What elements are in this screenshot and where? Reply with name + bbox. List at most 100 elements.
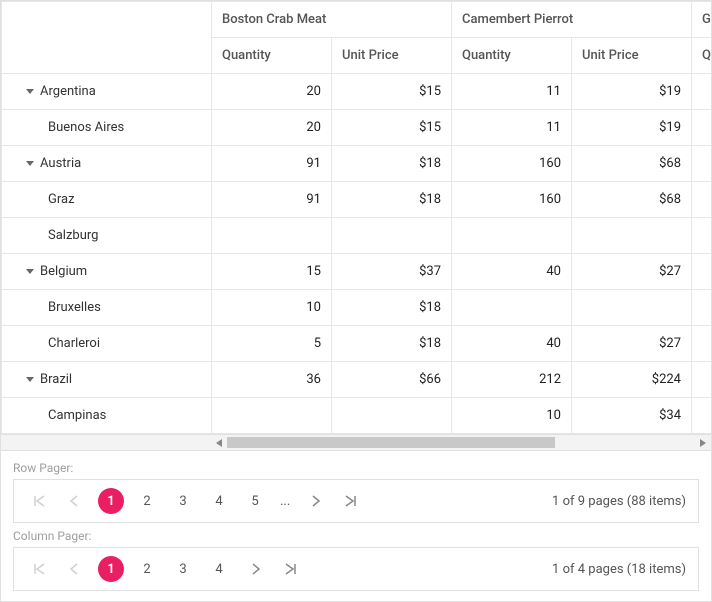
value-cell — [452, 290, 572, 326]
table-row: Argentina20$1511$19 — [2, 74, 712, 110]
scroll-right-arrow-icon[interactable] — [695, 435, 711, 451]
row-label: Belgium — [40, 264, 87, 279]
column-last-page-button[interactable] — [278, 556, 304, 582]
row-label: Bruxelles — [12, 300, 101, 315]
column-group-header[interactable]: G — [692, 2, 712, 38]
value-cell: $18 — [332, 290, 452, 326]
row-pager: 12345... 1 of 9 pages (88 items) — [13, 479, 699, 523]
column-sub-header[interactable]: Quantity — [212, 38, 332, 74]
row-city[interactable]: Campinas — [2, 398, 212, 434]
column-page-number-button[interactable]: 3 — [170, 556, 196, 582]
row-label: Charleroi — [12, 336, 100, 351]
value-cell — [692, 326, 712, 362]
chevron-down-icon[interactable] — [26, 89, 34, 94]
value-cell — [692, 74, 712, 110]
column-page-number-button[interactable]: 2 — [134, 556, 160, 582]
row-expand-country[interactable]: Brazil — [2, 362, 212, 398]
row-pager-label: Row Pager: — [13, 461, 699, 475]
row-page-ellipsis[interactable]: ... — [278, 494, 292, 509]
pivot-corner-cell — [2, 2, 212, 74]
row-page-number-button[interactable]: 2 — [134, 488, 160, 514]
column-sub-header[interactable]: Unit Price — [332, 38, 452, 74]
row-pager-info: 1 of 9 pages (88 items) — [552, 494, 686, 509]
value-cell: $19 — [572, 74, 692, 110]
value-cell: 36 — [212, 362, 332, 398]
row-label: Brazil — [40, 372, 72, 387]
value-cell: $18 — [332, 182, 452, 218]
row-next-page-button[interactable] — [302, 488, 328, 514]
chevron-down-icon[interactable] — [26, 161, 34, 166]
scrollbar-thumb[interactable] — [227, 437, 555, 448]
column-first-page-button[interactable] — [26, 556, 52, 582]
table-row: Austria91$18160$68 — [2, 146, 712, 182]
horizontal-scrollbar[interactable] — [1, 434, 711, 450]
pivot-grid: Boston Crab Meat Camembert Pierrot G Qua… — [0, 0, 712, 602]
value-cell: 160 — [452, 182, 572, 218]
value-cell: 40 — [452, 254, 572, 290]
table-row: Salzburg — [2, 218, 712, 254]
value-cell: $68 — [572, 182, 692, 218]
row-city[interactable]: Charleroi — [2, 326, 212, 362]
value-cell: 15 — [212, 254, 332, 290]
column-group-header[interactable]: Camembert Pierrot — [452, 2, 692, 38]
row-last-page-button[interactable] — [338, 488, 364, 514]
value-cell — [692, 218, 712, 254]
row-page-number-button[interactable]: 4 — [206, 488, 232, 514]
value-cell: $68 — [572, 146, 692, 182]
table-row: Bruxelles 10$18 — [2, 290, 712, 326]
value-cell — [692, 290, 712, 326]
table-row: Belgium 15$3740$27 — [2, 254, 712, 290]
value-cell: $19 — [572, 110, 692, 146]
column-sub-header[interactable]: Q — [692, 38, 712, 74]
value-cell — [332, 218, 452, 254]
column-pager: 1234 1 of 4 pages (18 items) — [13, 547, 699, 591]
row-expand-country[interactable]: Belgium — [2, 254, 212, 290]
chevron-down-icon[interactable] — [26, 269, 34, 274]
value-cell: 160 — [452, 146, 572, 182]
row-expand-country[interactable]: Austria — [2, 146, 212, 182]
row-page-number-button[interactable]: 5 — [242, 488, 268, 514]
value-cell: 11 — [452, 74, 572, 110]
row-city[interactable]: Buenos Aires — [2, 110, 212, 146]
column-page-number-button[interactable]: 1 — [98, 556, 124, 582]
scrollbar-track[interactable] — [227, 437, 695, 448]
column-next-page-button[interactable] — [242, 556, 268, 582]
row-expand-country[interactable]: Argentina — [2, 74, 212, 110]
value-cell: $37 — [332, 254, 452, 290]
row-city[interactable]: Bruxelles — [2, 290, 212, 326]
row-prev-page-button[interactable] — [62, 488, 88, 514]
column-page-number-button[interactable]: 4 — [206, 556, 232, 582]
value-cell: 20 — [212, 74, 332, 110]
value-cell — [692, 362, 712, 398]
value-cell: 10 — [212, 290, 332, 326]
row-label: Graz — [12, 192, 75, 207]
table-row: Campinas10$34 — [2, 398, 712, 434]
row-city[interactable]: Graz — [2, 182, 212, 218]
column-prev-page-button[interactable] — [62, 556, 88, 582]
pager-section: Row Pager: 12345... 1 of 9 pages (88 ite… — [1, 450, 711, 601]
value-cell: $18 — [332, 326, 452, 362]
value-cell: 5 — [212, 326, 332, 362]
chevron-down-icon[interactable] — [26, 377, 34, 382]
row-label: Argentina — [40, 84, 96, 99]
column-sub-header[interactable]: Quantity — [452, 38, 572, 74]
row-page-number-button[interactable]: 3 — [170, 488, 196, 514]
value-cell: $27 — [572, 326, 692, 362]
row-first-page-button[interactable] — [26, 488, 52, 514]
row-page-number-button[interactable]: 1 — [98, 488, 124, 514]
value-cell — [452, 218, 572, 254]
value-cell: 20 — [212, 110, 332, 146]
row-label: Campinas — [12, 408, 106, 423]
value-cell — [692, 146, 712, 182]
pivot-table: Boston Crab Meat Camembert Pierrot G Qua… — [1, 1, 711, 434]
row-city[interactable]: Salzburg — [2, 218, 212, 254]
value-cell — [692, 182, 712, 218]
column-group-header[interactable]: Boston Crab Meat — [212, 2, 452, 38]
value-cell: $27 — [572, 254, 692, 290]
column-group-row: Boston Crab Meat Camembert Pierrot G — [2, 2, 712, 38]
value-cell: $66 — [332, 362, 452, 398]
column-sub-header[interactable]: Unit Price — [572, 38, 692, 74]
scroll-left-arrow-icon[interactable] — [211, 435, 227, 451]
value-cell — [212, 218, 332, 254]
value-cell — [692, 398, 712, 434]
